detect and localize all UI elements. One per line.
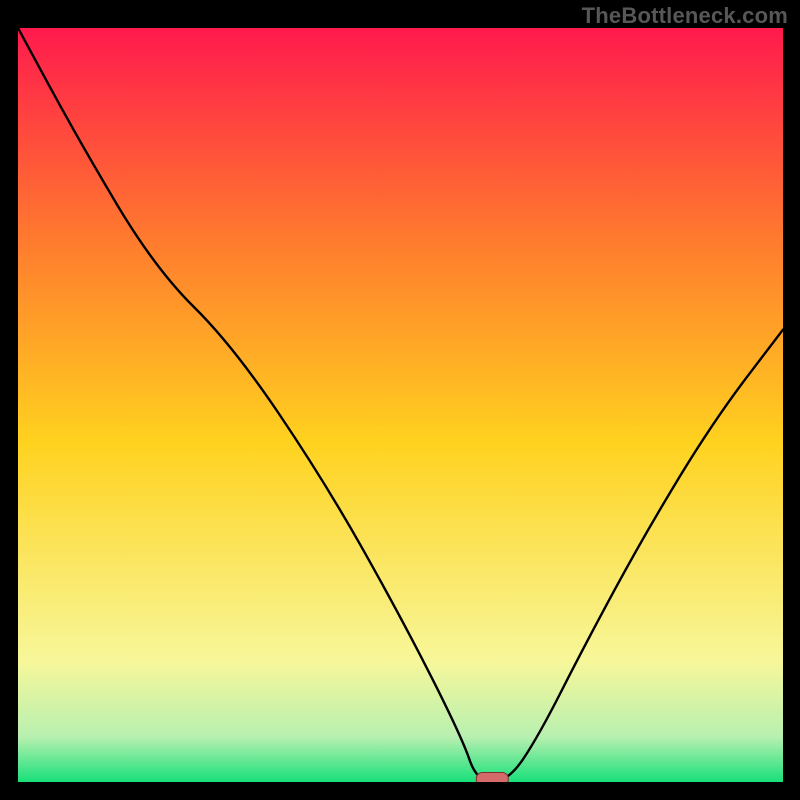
bottleneck-chart xyxy=(18,28,783,782)
watermark-text: TheBottleneck.com xyxy=(582,3,788,29)
chart-svg xyxy=(18,28,783,782)
chart-frame: TheBottleneck.com xyxy=(0,0,800,800)
optimal-marker xyxy=(476,773,508,783)
gradient-background xyxy=(18,28,783,782)
